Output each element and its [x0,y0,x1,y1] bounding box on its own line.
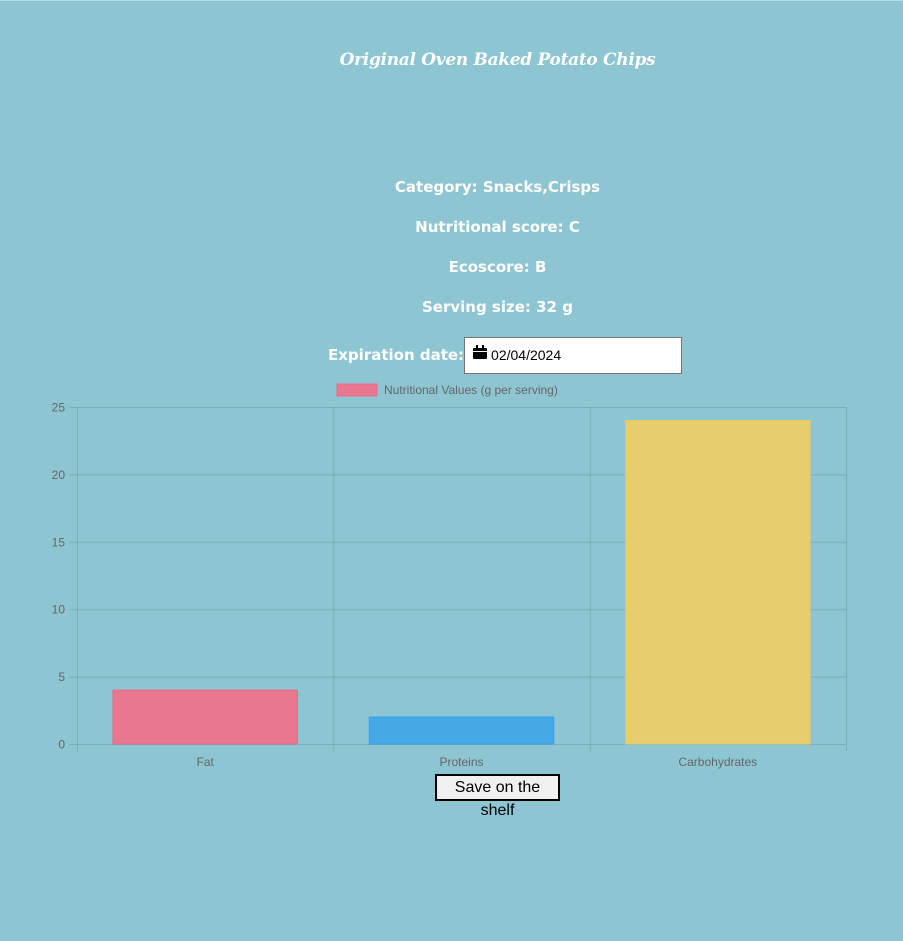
y-tick-label: 0 [58,738,65,752]
bar-carbohydrates [625,419,811,745]
y-tick-label: 15 [52,535,66,549]
y-tick-label: 5 [58,670,65,684]
product-page: Original Oven Baked Potato Chips Categor… [0,0,903,941]
x-tick-label: Fat [196,755,214,769]
save-on-shelf-button[interactable]: Save on the shelf [435,774,560,819]
y-tick-label: 25 [52,401,66,415]
legend-label: Nutritional Values (g per serving) [384,383,558,397]
bar-proteins [368,716,555,745]
x-tick-label: Carbohydrates [678,755,757,769]
y-tick-label: 20 [52,468,66,482]
y-tick-label: 10 [52,603,66,617]
x-tick-label: Proteins [439,755,483,769]
bar-fat [112,689,298,745]
nutrition-chart: 0 5 10 15 20 25 Fat Proteins Carbohydrates Nutrit… [52,383,847,769]
legend-swatch [336,383,378,397]
